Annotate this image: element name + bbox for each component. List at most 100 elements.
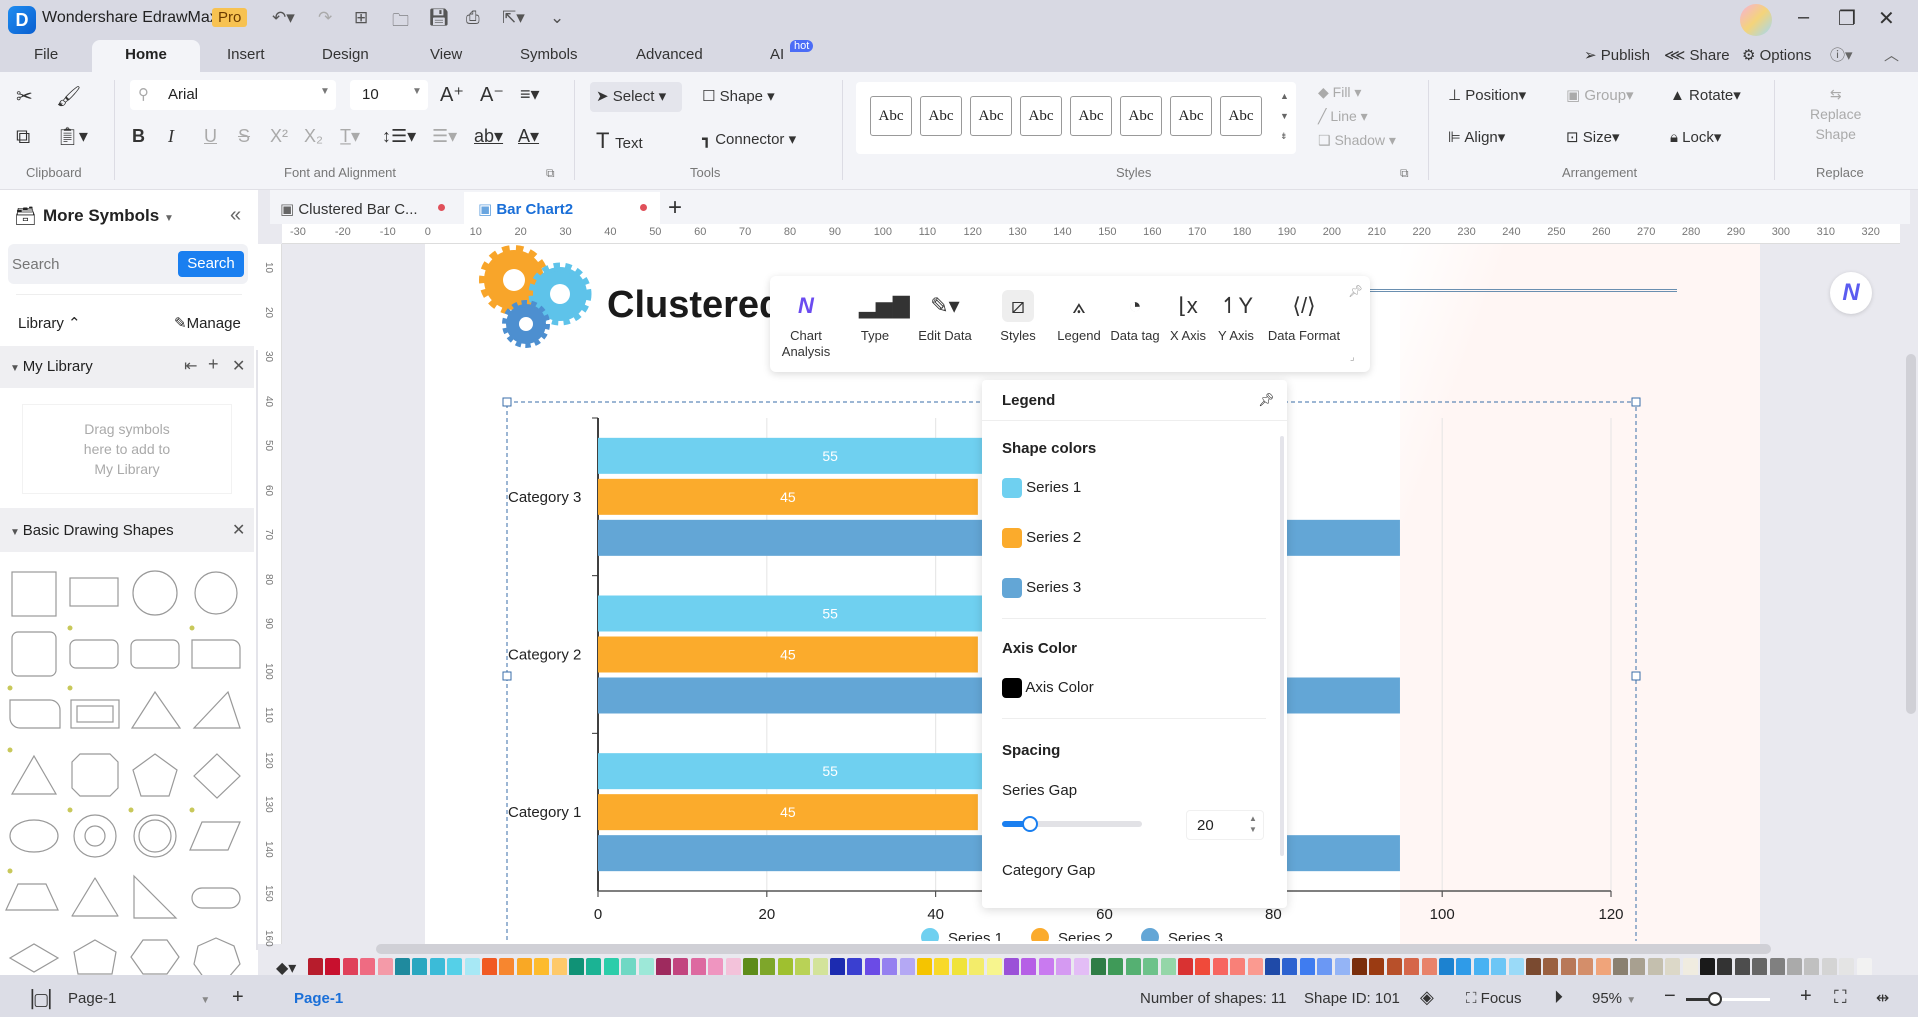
shape-isosceles-triangle[interactable]	[10, 754, 58, 795]
rotate-button[interactable]: ▲ Rotate▾	[1670, 86, 1741, 104]
shape-parallelogram[interactable]	[189, 821, 241, 851]
shape-heptagon[interactable]	[193, 937, 241, 979]
palette-color[interactable]	[725, 958, 741, 976]
palette-color[interactable]	[743, 958, 758, 976]
page-tab[interactable]: Page-1	[294, 990, 343, 1007]
palette-color[interactable]	[377, 958, 393, 976]
title-underline[interactable]	[1370, 289, 1677, 292]
shape-triangle[interactable]	[130, 690, 182, 729]
series-1-color[interactable]: Series 1	[1002, 478, 1081, 498]
palette-color[interactable]	[569, 958, 584, 976]
shape-diamond[interactable]	[193, 753, 241, 799]
basic-shapes-toggle[interactable]: ▼ Basic Drawing Shapes	[10, 522, 174, 539]
palette-color[interactable]	[1334, 958, 1350, 976]
shape-rhombus[interactable]	[8, 943, 60, 973]
palette-color[interactable]	[830, 958, 845, 976]
customize-icon[interactable]: ⌄	[550, 8, 564, 28]
palette-color[interactable]	[1787, 958, 1802, 976]
selection-handle[interactable]	[502, 671, 512, 681]
style-swatch[interactable]: Abc	[1170, 96, 1212, 136]
color-swatch[interactable]	[1002, 478, 1022, 498]
palette-color[interactable]	[986, 958, 1002, 976]
strikethrough-icon[interactable]: S	[238, 126, 250, 147]
palette-color[interactable]	[1421, 958, 1437, 976]
data-tag-button[interactable]: ◔ Data tag	[1106, 276, 1164, 372]
palette-color[interactable]	[603, 958, 619, 976]
palette-color[interactable]	[917, 958, 932, 976]
shape-round-corner-rect[interactable]	[191, 639, 241, 669]
shape-pentagon-2[interactable]	[73, 939, 117, 975]
series-gap-stepper[interactable]: 20 ▲ ▼	[1186, 810, 1264, 840]
palette-color[interactable]	[1230, 958, 1246, 976]
tab-bar-chart2[interactable]: ▣ Bar Chart2	[478, 200, 573, 218]
save-icon[interactable]: 💾︎	[428, 8, 450, 28]
palette-color[interactable]	[1195, 958, 1211, 976]
palette-color[interactable]	[864, 958, 880, 976]
palette-color[interactable]	[1091, 958, 1106, 976]
axis-color-row[interactable]: Axis Color	[1002, 678, 1094, 698]
palette-color[interactable]	[586, 958, 602, 976]
increase-font-icon[interactable]: A⁺	[440, 82, 464, 107]
menu-advanced[interactable]: Advanced	[636, 46, 703, 63]
palette-color[interactable]	[360, 958, 376, 976]
palette-color[interactable]	[499, 958, 515, 976]
menu-view[interactable]: View	[430, 46, 462, 63]
palette-color[interactable]	[1647, 958, 1663, 976]
group-button[interactable]: ▣ Group▾	[1566, 86, 1634, 104]
palette-color[interactable]	[1317, 958, 1333, 976]
page-view-icon[interactable]: ▕▢▏	[20, 990, 62, 1010]
menu-design[interactable]: Design	[322, 46, 369, 63]
palette-color[interactable]	[847, 958, 863, 976]
ai-assistant-button[interactable]: N	[1830, 272, 1872, 314]
shape-donut[interactable]	[73, 814, 117, 858]
menu-symbols[interactable]: Symbols	[520, 46, 578, 63]
style-swatch[interactable]: Abc	[1220, 96, 1262, 136]
style-swatch[interactable]: Abc	[1070, 96, 1112, 136]
layers-icon[interactable]: ◈	[1420, 987, 1434, 1008]
selection-handle[interactable]	[1631, 671, 1641, 681]
palette-color[interactable]	[1578, 958, 1594, 976]
dialog-launcher-icon[interactable]: ⧉	[1400, 166, 1409, 181]
color-swatch[interactable]	[1002, 528, 1022, 548]
palette-color[interactable]	[1839, 958, 1855, 976]
line-spacing-icon[interactable]: ↕☰▾	[382, 126, 416, 147]
shape-rounded-square[interactable]	[11, 631, 57, 677]
lock-button[interactable]: 🔒︎ Lock▾	[1670, 128, 1721, 146]
palette-color[interactable]	[899, 958, 915, 976]
share-button[interactable]: ⋘ Share	[1664, 46, 1730, 64]
tab-clustered-bar[interactable]: ▣ Clustered Bar C...	[280, 200, 418, 218]
legend-button[interactable]: ⟑ Legend	[1054, 276, 1104, 372]
fill-button[interactable]: ◆ Fill ▾	[1318, 84, 1361, 101]
shape-hexagon[interactable]	[130, 939, 180, 975]
redo-icon[interactable]: ↷	[318, 8, 332, 28]
palette-color[interactable]	[308, 958, 323, 976]
shadow-button[interactable]: ❑ Shadow ▾	[1318, 132, 1396, 149]
shape-square[interactable]	[11, 571, 57, 617]
palette-color[interactable]	[1665, 958, 1681, 976]
shape-tool-button[interactable]: ☐ Shape ▾	[702, 87, 775, 105]
close-icon[interactable]: ✕	[232, 520, 245, 540]
palette-color[interactable]	[1125, 958, 1141, 976]
shape-capsule[interactable]	[191, 887, 241, 909]
zoom-in-button[interactable]: +	[1800, 985, 1812, 1008]
palette-color[interactable]	[1804, 958, 1820, 976]
new-icon[interactable]: ⊞	[354, 8, 368, 28]
shape-frame[interactable]	[70, 699, 120, 729]
shape-octagon[interactable]	[71, 753, 119, 797]
text-style-icon[interactable]: T̲▾	[340, 126, 360, 147]
palette-color[interactable]	[1439, 958, 1454, 976]
menu-file[interactable]: File	[34, 46, 58, 63]
y-axis-button[interactable]: ↿Y Y Axis	[1214, 276, 1258, 372]
palette-color[interactable]	[1717, 958, 1733, 976]
pin-icon[interactable]: 📌︎	[1258, 392, 1275, 408]
palette-color[interactable]	[1299, 958, 1315, 976]
palette-color[interactable]	[1282, 958, 1298, 976]
palette-color[interactable]	[690, 958, 706, 976]
stepper-arrows-icon[interactable]: ▲ ▼	[1249, 813, 1257, 835]
style-swatch[interactable]: Abc	[1120, 96, 1162, 136]
palette-color[interactable]	[325, 958, 341, 976]
palette-color[interactable]	[447, 958, 463, 976]
palette-color[interactable]	[516, 958, 532, 976]
library-toggle[interactable]: Library ⌃	[18, 314, 81, 332]
shape-circle[interactable]	[132, 570, 178, 616]
